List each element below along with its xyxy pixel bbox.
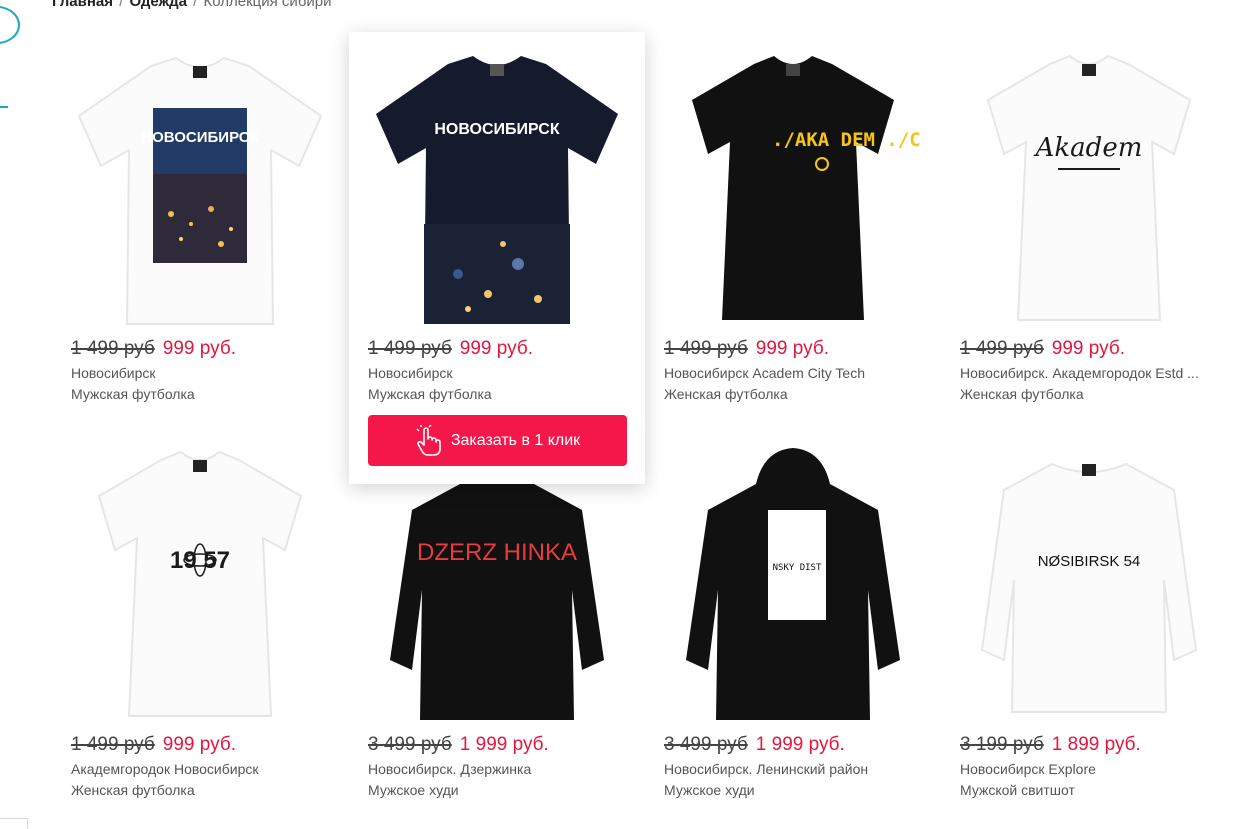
product-type: Женская футболка (664, 386, 788, 402)
product-title[interactable]: Новосибирск Academ City Tech (664, 365, 922, 381)
new-price: 999 руб. (1051, 338, 1125, 359)
corner-divider (0, 818, 28, 829)
svg-text:NØSIBIRSK 54: NØSIBIRSK 54 (1038, 553, 1141, 570)
svg-text:LENI NSKY DIST RICT: LENI NSKY DIST RICT (746, 563, 850, 573)
old-price: 1 499 руб (960, 338, 1044, 359)
product-type: Мужское худи (368, 782, 459, 798)
old-price: 1 499 руб (368, 338, 452, 359)
product-card-hovered[interactable]: НОВОСИБИРСК 1 499 руб 999 руб. Новосибирс… (349, 32, 645, 484)
svg-text:DZERZ HINKA: DZERZ HINKA (417, 539, 577, 566)
product-title[interactable]: Академгородок Новосибирск (71, 761, 329, 777)
breadcrumb-clothes[interactable]: Одежда (130, 0, 187, 10)
product-card[interactable]: LENI NSKY DIST RICT 3 499 руб 1 999 руб. … (645, 428, 941, 828)
svg-text:НОВОСИБИРСК: НОВОСИБИРСК (141, 129, 259, 146)
one-click-order-label: Заказать в 1 клик (450, 431, 581, 449)
svg-text:НОВОСИБИРСК: НОВОСИБИРСК (434, 121, 559, 138)
svg-text:./AKA DEM ./CITY: ./AKA DEM ./CITY (772, 129, 922, 151)
new-price: 999 руб. (755, 338, 829, 359)
price-row: 1 499 руб 999 руб. (368, 338, 533, 360)
svg-text:Akadem: Akadem (1034, 133, 1143, 163)
new-price: 1 899 руб. (1051, 734, 1141, 755)
new-price: 999 руб. (459, 338, 533, 359)
product-image[interactable]: ./AKA DEM ./CITY (664, 44, 922, 334)
product-type: Женская футболка (960, 386, 1084, 402)
price-row: 3 499 руб 1 999 руб. (368, 734, 549, 756)
product-title[interactable]: Новосибирск. Ленинский район (664, 761, 922, 777)
new-price: 1 999 руб. (755, 734, 845, 755)
product-card[interactable]: NØSIBIRSK 54 3 199 руб 1 899 руб. Новосиб… (941, 428, 1237, 828)
breadcrumb-separator: / (193, 0, 198, 10)
product-image[interactable]: НОВОСИБИРСК (71, 44, 329, 334)
product-image[interactable]: LENI NSKY DIST RICT (664, 440, 922, 730)
old-price: 3 499 руб (664, 734, 748, 755)
product-image[interactable]: NØSIBIRSK 54 (960, 440, 1218, 730)
menu-line-icon (0, 106, 8, 108)
one-click-order-button[interactable]: Заказать в 1 клик (368, 415, 627, 466)
product-title[interactable]: Новосибирск Explore (960, 761, 1218, 777)
price-row: 3 499 руб 1 999 руб. (664, 734, 845, 756)
old-price: 3 199 руб (960, 734, 1044, 755)
old-price: 1 499 руб (71, 734, 155, 755)
breadcrumb-home[interactable]: Главная (52, 0, 113, 10)
product-type: Мужское худи (664, 782, 755, 798)
price-row: 1 499 руб 999 руб. (960, 338, 1125, 360)
product-image[interactable]: Akadem (960, 44, 1218, 334)
svg-text:19 57: 19 57 (170, 547, 230, 574)
old-price: 1 499 руб (71, 338, 155, 359)
product-card[interactable]: НОВОСИБИРСК 1 499 руб 999 руб. Новосибирс… (52, 32, 348, 432)
product-card[interactable]: ./AKA DEM ./CITY 1 499 руб 999 руб. Новос… (645, 32, 941, 432)
product-title[interactable]: Новосибирск (368, 365, 626, 381)
product-title[interactable]: Новосибирск (71, 365, 329, 381)
new-price: 999 руб. (162, 734, 236, 755)
product-card[interactable]: DZERZ HINKA 3 499 руб 1 999 руб. Новосиби… (349, 428, 645, 828)
product-title[interactable]: Новосибирск. Академгородок Estd ... (960, 365, 1218, 381)
product-type: Женская футболка (71, 782, 195, 798)
pointer-hand-icon (416, 424, 441, 456)
product-type: Мужская футболка (368, 386, 492, 402)
old-price: 3 499 руб (368, 734, 452, 755)
new-price: 999 руб. (162, 338, 236, 359)
product-image[interactable]: 19 57 (71, 440, 329, 730)
product-card[interactable]: Akadem 1 499 руб 999 руб. Новосибирск. Ак… (941, 32, 1237, 432)
old-price: 1 499 руб (664, 338, 748, 359)
product-image[interactable]: НОВОСИБИРСК (368, 44, 626, 334)
price-row: 1 499 руб 999 руб. (664, 338, 829, 360)
breadcrumb-separator: / (119, 0, 124, 10)
product-card[interactable]: 19 57 1 499 руб 999 руб. Академгородок Но… (52, 428, 348, 828)
breadcrumb: Главная / Одежда / Коллекция сибири (52, 0, 332, 10)
price-row: 1 499 руб 999 руб. (71, 338, 236, 360)
new-price: 1 999 руб. (459, 734, 549, 755)
product-type: Мужская футболка (71, 386, 195, 402)
logo-fragment (0, 6, 20, 44)
price-row: 3 199 руб 1 899 руб. (960, 734, 1141, 756)
product-title[interactable]: Новосибирск. Дзержинка (368, 761, 626, 777)
price-row: 1 499 руб 999 руб. (71, 734, 236, 756)
product-type: Мужской свитшот (960, 782, 1075, 798)
breadcrumb-current: Коллекция сибири (203, 0, 332, 10)
